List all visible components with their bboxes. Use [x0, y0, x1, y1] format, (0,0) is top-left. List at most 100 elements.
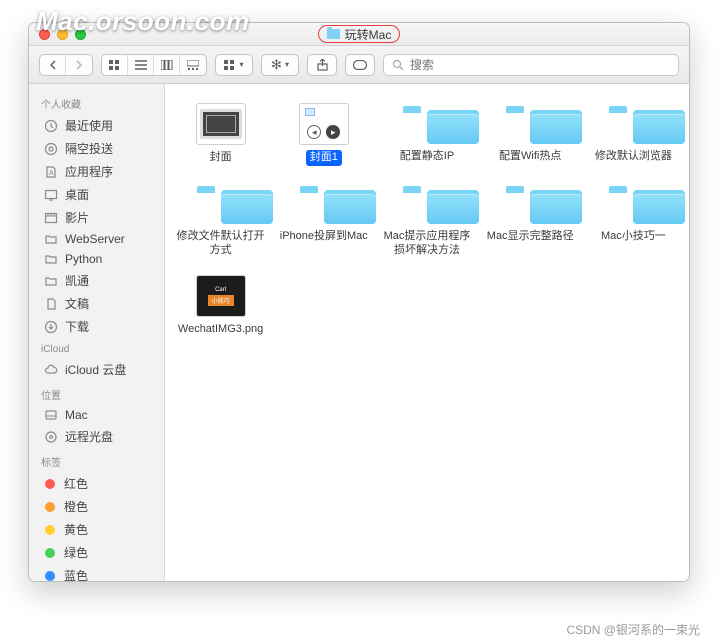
column-view-button[interactable] — [154, 55, 180, 75]
zoom-button[interactable] — [75, 29, 86, 40]
folder-icon — [195, 184, 247, 224]
sidebar-item-label: 远程光盘 — [65, 428, 113, 445]
sidebar-item[interactable]: 绿色 — [29, 541, 164, 564]
sidebar-item-label: iCloud 云盘 — [65, 361, 126, 378]
applications-icon: A — [43, 165, 58, 179]
file-item[interactable]: 封面 — [169, 100, 272, 166]
icon-view-button[interactable] — [102, 55, 128, 75]
sidebar-item-label: Python — [65, 252, 102, 266]
arrange-group: ▾ — [215, 54, 253, 76]
sidebar-item[interactable]: Python — [29, 249, 164, 269]
tag-dot-icon — [45, 548, 55, 558]
file-item[interactable]: Mac提示应用程序 损坏解决方法 — [375, 180, 478, 259]
file-item[interactable]: 配置Wifi热点 — [479, 100, 582, 166]
file-item[interactable]: 配置静态IP — [375, 100, 478, 166]
sidebar-item-label: 最近使用 — [65, 117, 113, 134]
sidebar-item[interactable]: 桌面 — [29, 183, 164, 206]
sidebar-item[interactable]: WebServer — [29, 229, 164, 249]
sidebar-item-label: 绿色 — [64, 544, 88, 561]
file-item-label: Mac显示完整路径 — [483, 229, 578, 245]
sidebar-item[interactable]: 红色 — [29, 472, 164, 495]
sidebar-item-label: 影片 — [65, 209, 89, 226]
file-item-label: 修改默认浏览器 — [591, 149, 676, 165]
sidebar-item-label: 隔空投送 — [65, 140, 113, 157]
share-button[interactable] — [308, 55, 336, 75]
sidebar-item[interactable]: 远程光盘 — [29, 425, 164, 448]
clock-icon — [43, 119, 58, 133]
folder-icon — [504, 104, 556, 144]
minimize-button[interactable] — [57, 29, 68, 40]
sidebar-item-label: 应用程序 — [65, 163, 113, 180]
action-button[interactable]: ✻ ▾ — [262, 55, 298, 75]
file-item[interactable]: ◂▸ 封面1 — [272, 100, 375, 166]
sidebar-item-label: 凯通 — [65, 272, 89, 289]
sidebar-item[interactable]: A 应用程序 — [29, 160, 164, 183]
finder-window: 玩转Mac — [28, 22, 690, 582]
sidebar-item-label: 桌面 — [65, 186, 89, 203]
file-item-label: WechatIMG3.png — [174, 322, 267, 338]
sidebar-item[interactable]: 凯通 — [29, 269, 164, 292]
share-button-group — [307, 54, 337, 76]
traffic-lights — [39, 29, 86, 40]
disk-icon — [43, 408, 58, 422]
sidebar-item-label: 红色 — [64, 475, 88, 492]
tag-dot-icon — [45, 525, 55, 535]
file-item-label: 配置静态IP — [396, 149, 458, 165]
sidebar-item-label: WebServer — [65, 232, 125, 246]
tags-button[interactable] — [346, 55, 374, 75]
sidebar-item-label: 黄色 — [64, 521, 88, 538]
view-group — [101, 54, 207, 76]
file-item[interactable]: 修改文件默认打开 方式 — [169, 180, 272, 259]
content-area[interactable]: 封面 ◂▸ 封面1 配置静态IP 配置Wifi热点 修改默认浏览器修改文件默认打开 方式i… — [165, 84, 689, 581]
documents-icon — [43, 297, 58, 311]
sidebar-item[interactable]: 影片 — [29, 206, 164, 229]
file-item[interactable]: Mac显示完整路径 — [479, 180, 582, 259]
folder-icon — [401, 104, 453, 144]
window-title[interactable]: 玩转Mac — [318, 25, 401, 43]
sidebar-item[interactable]: 最近使用 — [29, 114, 164, 137]
file-item-label: 封面1 — [306, 150, 342, 166]
file-item[interactable]: iPhone投屏到Mac — [272, 180, 375, 259]
sidebar: 个人收藏最近使用隔空投送A应用程序桌面影片WebServerPython凯通文稿… — [29, 84, 165, 581]
svg-text:A: A — [49, 170, 54, 177]
remotedisc-icon — [43, 430, 58, 444]
gallery-view-button[interactable] — [180, 55, 206, 75]
downloads-icon — [43, 320, 58, 334]
folder-icon — [43, 252, 58, 266]
sidebar-item[interactable]: 下载 — [29, 315, 164, 338]
back-button[interactable] — [40, 55, 66, 75]
sidebar-item[interactable]: 文稿 — [29, 292, 164, 315]
sidebar-header: iCloud — [29, 338, 164, 358]
sidebar-item[interactable]: Mac — [29, 405, 164, 425]
file-item-label: Mac提示应用程序 损坏解决方法 — [380, 229, 475, 259]
search-icon — [392, 59, 404, 71]
tags-button-group — [345, 54, 375, 76]
close-button[interactable] — [39, 29, 50, 40]
gear-icon: ✻ — [271, 57, 282, 73]
tag-dot-icon — [45, 479, 55, 489]
tag-dot-icon — [45, 571, 55, 581]
search-box[interactable] — [383, 54, 679, 76]
forward-button[interactable] — [66, 55, 92, 75]
sidebar-item[interactable]: 黄色 — [29, 518, 164, 541]
file-item[interactable]: 修改默认浏览器 — [582, 100, 685, 166]
sidebar-item[interactable]: 隔空投送 — [29, 137, 164, 160]
file-item-label: 封面 — [206, 150, 236, 166]
list-view-button[interactable] — [128, 55, 154, 75]
titlebar[interactable]: 玩转Mac — [29, 23, 689, 46]
file-item[interactable]: Mac小技巧一 — [582, 180, 685, 259]
action-group: ✻ ▾ — [261, 54, 299, 76]
folder-icon — [607, 104, 659, 144]
sidebar-item-label: 橙色 — [64, 498, 88, 515]
search-input[interactable] — [410, 58, 670, 72]
image-thumb-icon: ◂▸ — [299, 103, 349, 145]
file-item[interactable]: Carl小技巧WechatIMG3.png — [169, 272, 272, 338]
sidebar-item-label: Mac — [65, 408, 88, 422]
sidebar-item[interactable]: 橙色 — [29, 495, 164, 518]
window-title-text: 玩转Mac — [345, 26, 392, 43]
arrange-button[interactable]: ▾ — [216, 55, 252, 75]
sidebar-item[interactable]: 蓝色 — [29, 564, 164, 581]
desktop-icon — [43, 188, 58, 202]
sidebar-item[interactable]: iCloud 云盘 — [29, 358, 164, 381]
file-item-label: 配置Wifi热点 — [495, 149, 565, 165]
